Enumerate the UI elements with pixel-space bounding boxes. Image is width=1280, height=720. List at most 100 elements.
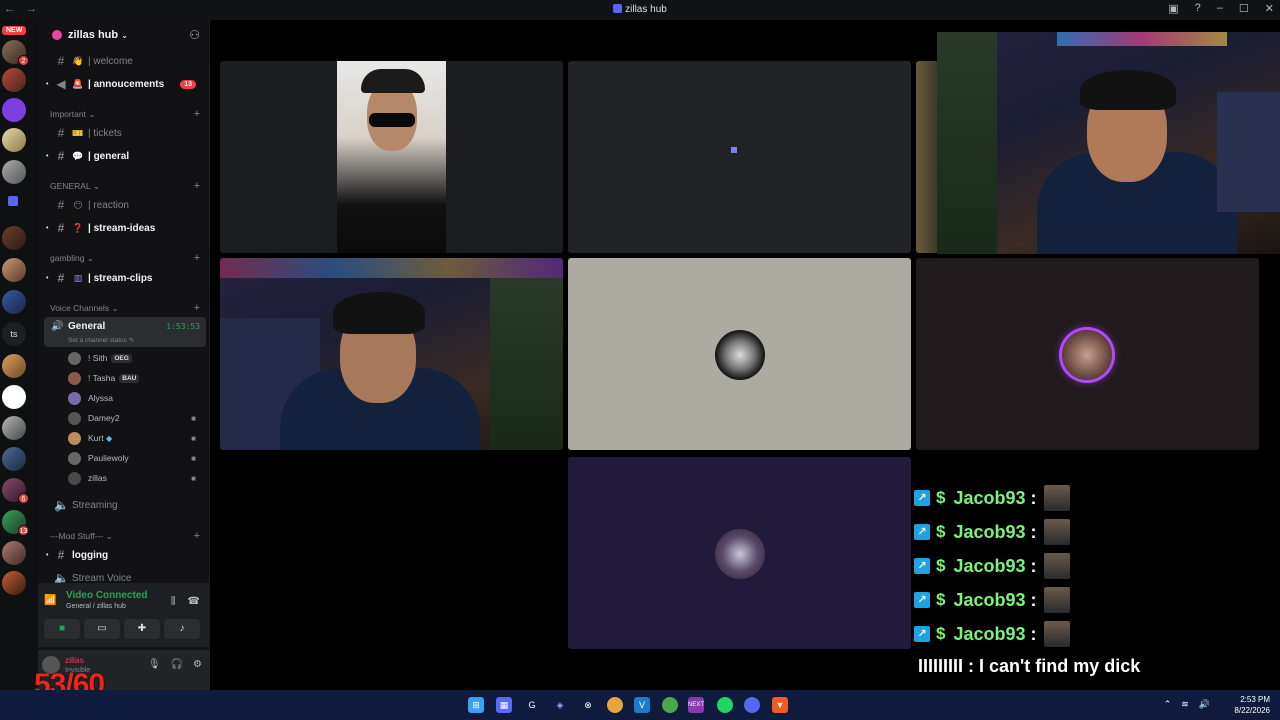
video-tile[interactable] xyxy=(568,258,911,450)
invite-icon[interactable]: ⚇ xyxy=(189,28,200,42)
add-channel-icon[interactable]: + xyxy=(194,302,200,314)
new-badge: NEW xyxy=(2,26,27,35)
app-icon[interactable]: G xyxy=(524,697,540,713)
activities-button[interactable]: ✚ xyxy=(124,619,160,639)
avatar xyxy=(68,471,81,485)
screen-share-button[interactable]: ▭ xyxy=(84,619,120,639)
video-tile[interactable] xyxy=(916,258,1259,450)
cap xyxy=(361,69,425,93)
app-icon[interactable]: ⊗ xyxy=(580,697,596,713)
chrome-icon[interactable] xyxy=(607,697,623,713)
channel-welcome[interactable]: # 👋 | welcome xyxy=(46,52,206,70)
category-general[interactable]: GENERAL ⌄ + xyxy=(50,179,200,193)
voice-channel-general[interactable]: 🔊 General 1:53:53 Set a channel status ✎ xyxy=(44,317,206,347)
channel-logging[interactable]: • # logging xyxy=(46,546,206,564)
voice-member[interactable]: zillas ■ xyxy=(68,470,208,486)
category-gambling[interactable]: gambling ⌄ + xyxy=(50,251,200,265)
hash-icon: # xyxy=(57,271,65,285)
add-channel-icon[interactable]: + xyxy=(194,108,200,120)
help-icon[interactable]: ? xyxy=(1195,2,1201,15)
channel-stream-ideas[interactable]: • # ❓ | stream-ideas xyxy=(46,219,206,237)
category-mod[interactable]: ---Mod Stuff--- ⌄ + xyxy=(50,529,200,543)
channel-reaction[interactable]: # 😶 | reaction xyxy=(46,196,206,214)
camera-icon: ■ xyxy=(191,453,196,463)
signal-icon[interactable]: 📶 xyxy=(44,595,58,609)
chevron-up-icon[interactable]: ⌃ xyxy=(1164,699,1172,710)
start-icon[interactable]: ⊞ xyxy=(468,697,484,713)
chat-line: ↗ $ Jacob93: xyxy=(914,519,1070,545)
window-controls: ▣ ? – ☐ ✕ xyxy=(1168,2,1274,15)
voice-member[interactable]: Alyssa xyxy=(68,390,208,406)
emote-icon xyxy=(1043,621,1070,647)
wifi-icon[interactable]: ≋ xyxy=(1181,699,1189,710)
question-icon: ❓ xyxy=(72,222,84,233)
volume-icon[interactable]: 🔊 xyxy=(1199,699,1210,710)
server-icon[interactable] xyxy=(2,128,26,152)
hash-icon: # xyxy=(57,126,65,140)
speech-icon: 💬 xyxy=(72,150,84,161)
close-button[interactable]: ✕ xyxy=(1265,2,1274,15)
server-icon[interactable] xyxy=(2,447,26,471)
channel-annoucements[interactable]: • ◀ 🚨 | annoucements 13 xyxy=(46,75,206,93)
video-tile[interactable] xyxy=(220,61,563,253)
voice-channel-streaming[interactable]: 🔈 Streaming xyxy=(46,496,206,514)
server-icon[interactable]: 2 xyxy=(2,40,29,66)
add-channel-icon[interactable]: + xyxy=(194,180,200,192)
spotify-icon[interactable] xyxy=(717,697,733,713)
settings-icon[interactable]: ⚙ xyxy=(193,659,202,670)
server-icon[interactable]: 13 xyxy=(2,510,29,536)
server-icon[interactable] xyxy=(2,416,26,440)
video-tile[interactable] xyxy=(568,61,911,253)
channel-stream-clips[interactable]: • # ▥ | stream-clips xyxy=(46,269,206,287)
minimize-button[interactable]: – xyxy=(1217,2,1223,15)
channel-general[interactable]: • # 💬 | general xyxy=(46,147,206,165)
inbox-icon[interactable]: ▣ xyxy=(1168,2,1178,15)
server-icon[interactable] xyxy=(2,258,26,282)
chevron-down-icon: ⌄ xyxy=(121,30,128,40)
guild-header[interactable]: zillas hub ⌄ ⚇ xyxy=(38,20,210,50)
channel-status[interactable]: Set a channel status ✎ xyxy=(68,336,134,344)
server-icon[interactable] xyxy=(2,541,26,565)
voice-member[interactable]: ! Sith OEG xyxy=(68,350,208,366)
server-icon[interactable] xyxy=(2,160,26,184)
category-voice[interactable]: Voice Channels ⌄ + xyxy=(50,301,200,315)
discord-icon[interactable] xyxy=(744,697,760,713)
server-icon[interactable] xyxy=(2,385,26,409)
server-icon[interactable] xyxy=(2,571,26,595)
folder-icon[interactable] xyxy=(8,196,18,206)
soundboard-button[interactable]: ♪ xyxy=(164,619,200,639)
voice-member[interactable]: Damey2 ■ xyxy=(68,410,208,426)
add-channel-icon[interactable]: + xyxy=(194,530,200,542)
add-channel-icon[interactable]: + xyxy=(194,252,200,264)
camera-button[interactable]: ■ xyxy=(44,619,80,639)
channel-tickets[interactable]: # 🎫 | tickets xyxy=(46,124,206,142)
server-icon[interactable] xyxy=(2,226,26,250)
widgets-icon[interactable]: ▦ xyxy=(496,697,512,713)
participant-avatar xyxy=(715,330,765,380)
mic-icon[interactable]: 🎙 xyxy=(148,659,161,670)
server-icon[interactable]: 6 xyxy=(2,478,29,504)
voice-member[interactable]: ! Tasha BAU xyxy=(68,370,208,386)
server-icon[interactable]: ts xyxy=(2,322,26,346)
server-icon[interactable] xyxy=(2,290,26,314)
maximize-button[interactable]: ☐ xyxy=(1239,2,1249,15)
category-important[interactable]: Important ⌄ + xyxy=(50,107,200,121)
video-tile[interactable] xyxy=(568,457,911,649)
alert-icon: 🚨 xyxy=(72,78,84,89)
voice-member[interactable]: Pauliewoly ■ xyxy=(68,450,208,466)
voice-member[interactable]: Kurt ◆ ■ xyxy=(68,430,208,446)
disconnect-icon[interactable]: ☎ xyxy=(188,596,200,607)
camera-icon: ■ xyxy=(191,413,196,423)
headphones-icon[interactable]: 🎧 xyxy=(171,659,183,670)
app-icon[interactable]: ◈ xyxy=(552,697,568,713)
brave-icon[interactable]: ▼ xyxy=(772,697,788,713)
server-icon[interactable] xyxy=(2,68,26,92)
server-icon[interactable] xyxy=(2,354,26,378)
noise-suppression-icon[interactable]: ⫼ xyxy=(171,596,176,607)
app-icon[interactable]: NEXT xyxy=(688,697,704,713)
clock[interactable]: 2:53 PM 8/22/2026 xyxy=(1234,694,1270,716)
chrome-icon[interactable] xyxy=(662,697,678,713)
code-icon[interactable]: V xyxy=(634,697,650,713)
server-icon[interactable] xyxy=(2,98,26,122)
video-tile[interactable] xyxy=(220,258,563,450)
